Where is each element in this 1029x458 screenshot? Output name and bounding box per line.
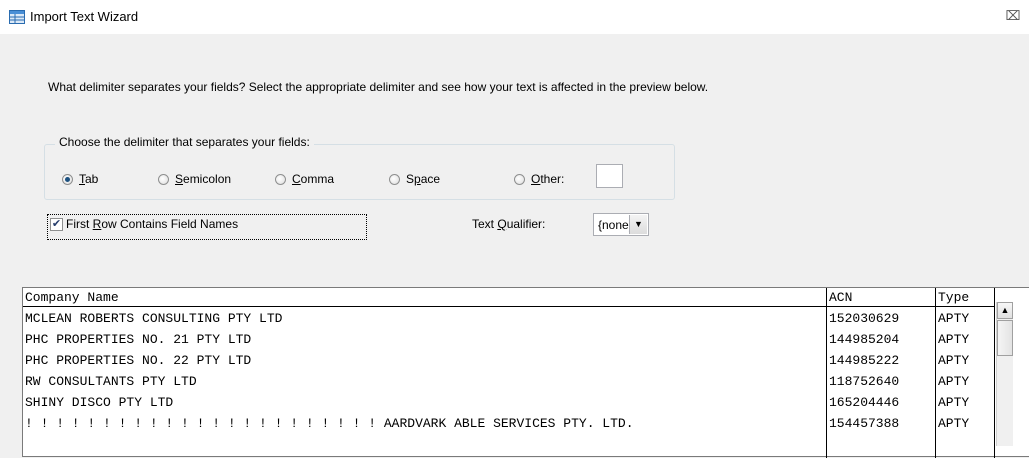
table-cell: APTY (938, 395, 970, 410)
table-cell: 118752640 (829, 374, 900, 389)
delimiter-groupbox (44, 144, 675, 200)
radio-semicolon-label: Semicolon (175, 172, 232, 186)
radio-circle[interactable] (275, 173, 286, 185)
first-row-checkbox[interactable]: ✔ (50, 218, 63, 231)
text-qualifier-value: {none} (598, 218, 633, 232)
table-cell: APTY (938, 374, 970, 389)
column-header-acn[interactable]: ACN (829, 289, 929, 307)
window-title: Import Text Wizard (30, 9, 139, 24)
radio-comma-label: Comma (292, 172, 335, 186)
table-cell: 144985222 (829, 353, 900, 368)
chevron-down-icon[interactable]: ▼ (629, 215, 647, 234)
table-cell: APTY (938, 353, 970, 368)
radio-space-label: Space (406, 172, 441, 186)
vertical-scrollbar[interactable]: ▲ (996, 302, 1013, 446)
first-row-label[interactable]: First Row Contains Field Names (66, 217, 238, 231)
other-delimiter-input[interactable] (596, 164, 623, 188)
instruction-text: What delimiter separates your fields? Se… (48, 80, 709, 94)
table-cell: MCLEAN ROBERTS CONSULTING PTY LTD (25, 311, 283, 326)
radio-other[interactable]: Other: (514, 172, 564, 186)
radio-space[interactable]: Space (389, 172, 440, 186)
column-divider (994, 288, 995, 458)
table-wizard-icon (9, 10, 25, 24)
radio-circle[interactable] (389, 173, 400, 185)
radio-semicolon[interactable]: Semicolon (158, 172, 231, 186)
radio-comma[interactable]: Comma (275, 172, 334, 186)
column-header-company-name[interactable]: Company Name (25, 289, 825, 307)
table-cell: RW CONSULTANTS PTY LTD (25, 374, 197, 389)
table-cell: 165204446 (829, 395, 900, 410)
column-divider (826, 288, 827, 458)
table-cell: 152030629 (829, 311, 900, 326)
text-qualifier-label: Text Qualifier: (472, 217, 546, 231)
radio-tab[interactable]: Tab (62, 172, 98, 186)
title-bar: Import Text Wizard ⌧ (0, 0, 1029, 34)
radio-circle[interactable] (158, 173, 169, 185)
delimiter-group-label: Choose the delimiter that separates your… (55, 135, 314, 149)
radio-tab-label: Tab (79, 172, 99, 186)
radio-circle[interactable] (514, 173, 525, 185)
header-divider (23, 306, 995, 307)
close-icon[interactable]: ⌧ (1005, 8, 1021, 24)
table-cell: 154457388 (829, 416, 900, 431)
table-cell: SHINY DISCO PTY LTD (25, 395, 174, 410)
text-qualifier-select[interactable]: {none} ▼ (593, 213, 649, 236)
table-cell: PHC PROPERTIES NO. 21 PTY LTD (25, 332, 252, 347)
table-cell: APTY (938, 311, 970, 326)
column-header-type[interactable]: Type (938, 289, 990, 307)
radio-other-label: Other: (531, 172, 565, 186)
preview-grid[interactable]: Company Name ACN Type MCLEAN ROBERTS CON… (22, 287, 1029, 458)
table-cell: APTY (938, 332, 970, 347)
table-cell: ! ! ! ! ! ! ! ! ! ! ! ! ! ! ! ! ! ! ! ! … (25, 416, 634, 431)
table-cell: 144985204 (829, 332, 900, 347)
table-cell: APTY (938, 416, 970, 431)
radio-circle[interactable] (62, 173, 73, 185)
table-cell: PHC PROPERTIES NO. 22 PTY LTD (25, 353, 252, 368)
scroll-thumb[interactable] (997, 320, 1013, 356)
column-divider (935, 288, 936, 458)
scroll-up-icon[interactable]: ▲ (997, 302, 1013, 319)
